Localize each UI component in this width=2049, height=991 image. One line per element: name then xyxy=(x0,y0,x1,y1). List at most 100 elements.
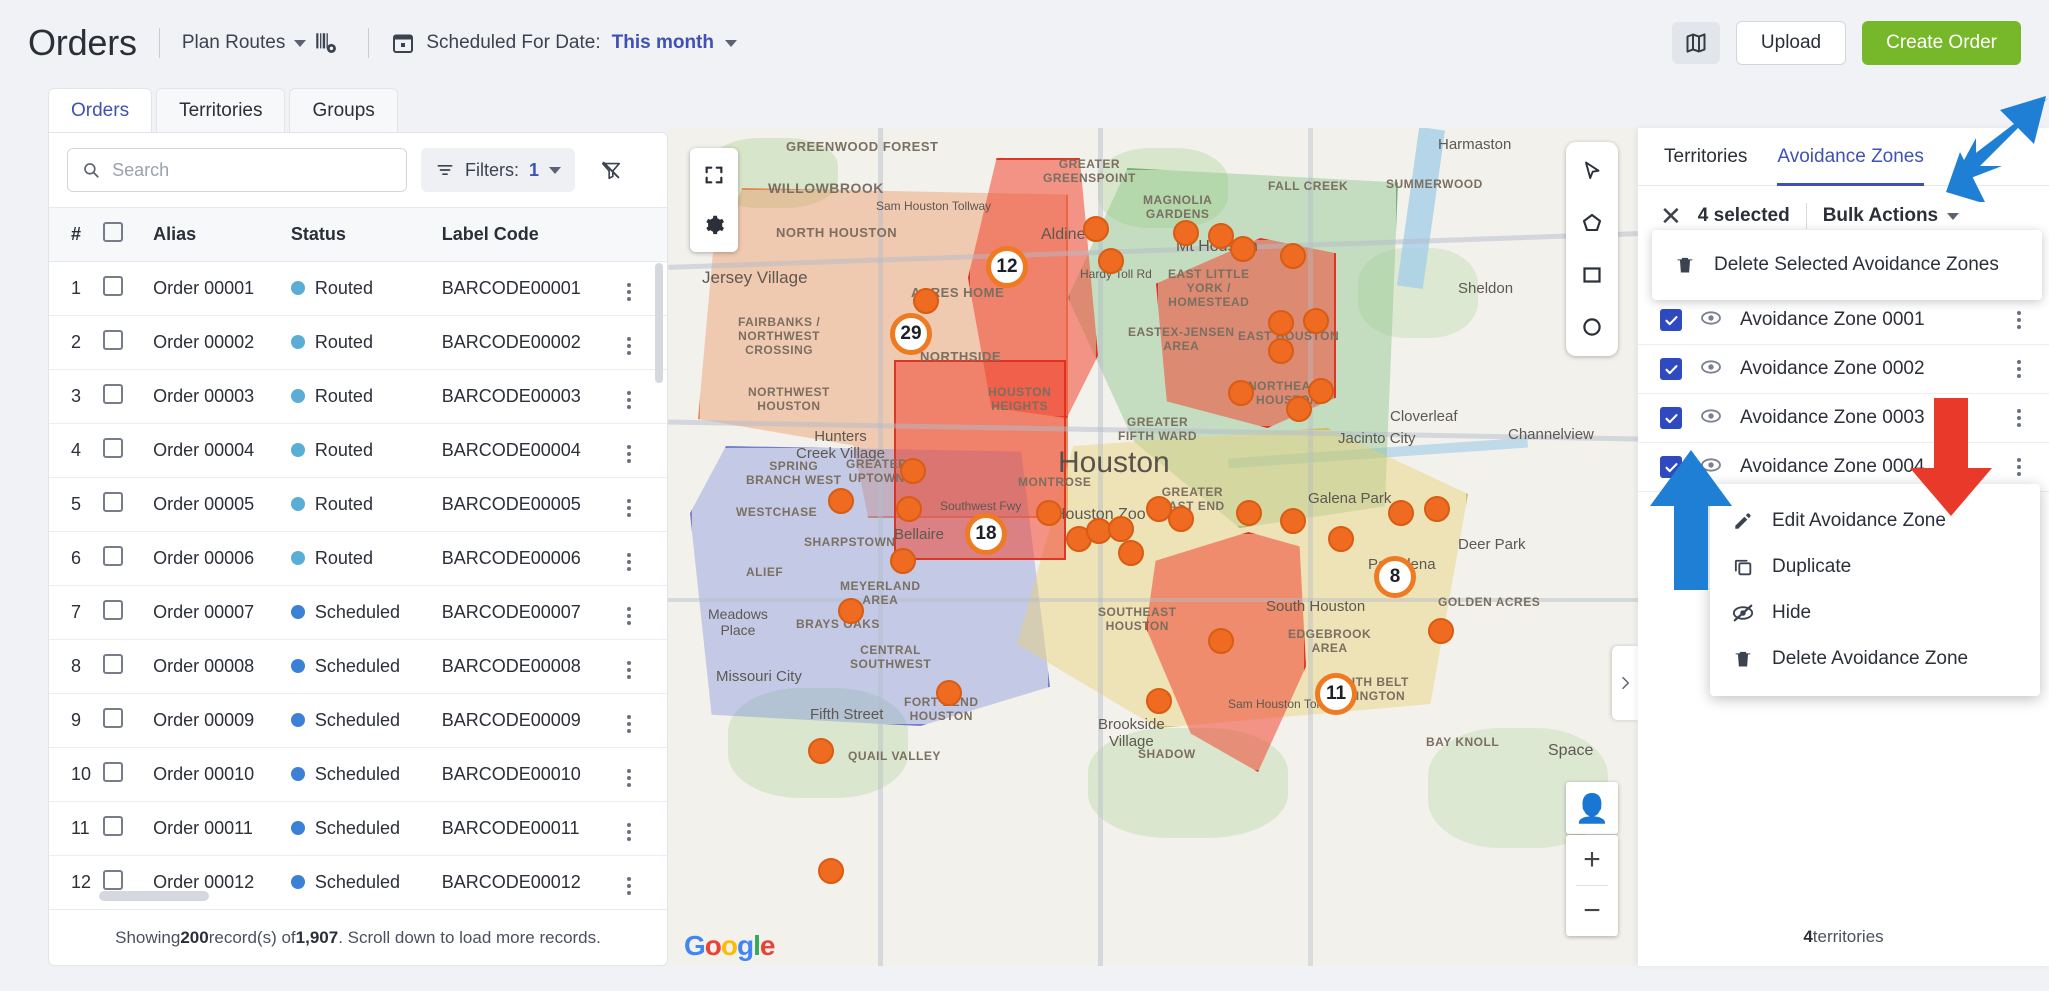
cluster-marker[interactable]: 12 xyxy=(986,246,1028,288)
row-kebab-icon[interactable] xyxy=(621,763,637,793)
row-kebab-icon[interactable] xyxy=(621,385,637,415)
scheduled-for-date[interactable]: Scheduled For Date: This month xyxy=(391,31,737,55)
bulk-actions-dropdown[interactable]: Bulk Actions xyxy=(1823,205,1960,227)
zone-checkbox[interactable] xyxy=(1660,456,1682,478)
row-kebab-icon[interactable] xyxy=(621,709,637,739)
table-vertical-scrollbar[interactable] xyxy=(655,263,663,383)
order-marker[interactable] xyxy=(1388,500,1414,526)
filters-button[interactable]: Filters: 1 xyxy=(421,148,576,192)
zone-kebab-icon[interactable] xyxy=(2011,452,2027,482)
order-marker[interactable] xyxy=(896,496,922,522)
order-marker[interactable] xyxy=(1228,380,1254,406)
table-row[interactable]: 1 Order 00001 Routed BARCODE00001 xyxy=(49,261,667,316)
eye-icon[interactable] xyxy=(1700,456,1722,479)
order-marker[interactable] xyxy=(913,288,939,314)
order-marker[interactable] xyxy=(1268,310,1294,336)
order-marker[interactable] xyxy=(828,488,854,514)
row-checkbox[interactable] xyxy=(103,276,124,296)
order-marker[interactable] xyxy=(1036,500,1062,526)
order-marker[interactable] xyxy=(900,458,926,484)
order-marker[interactable] xyxy=(936,680,962,706)
zone-checkbox[interactable] xyxy=(1660,358,1682,380)
order-marker[interactable] xyxy=(808,738,834,764)
order-marker[interactable] xyxy=(1308,378,1334,404)
cluster-marker[interactable]: 8 xyxy=(1374,556,1416,598)
col-alias[interactable]: Alias xyxy=(153,207,291,262)
row-checkbox[interactable] xyxy=(103,816,124,836)
delete-selected-avoidance-zones-item[interactable]: Delete Selected Avoidance Zones xyxy=(1652,242,2042,288)
scrollbar-thumb[interactable] xyxy=(99,891,209,901)
row-checkbox[interactable] xyxy=(103,600,124,620)
order-marker[interactable] xyxy=(1168,506,1194,532)
row-checkbox[interactable] xyxy=(103,438,124,458)
order-marker[interactable] xyxy=(1108,516,1134,542)
cluster-marker[interactable]: 29 xyxy=(890,313,932,355)
map-settings-button[interactable] xyxy=(695,206,733,244)
circle-tool-button[interactable] xyxy=(1573,308,1611,346)
row-kebab-icon[interactable] xyxy=(621,601,637,631)
row-checkbox[interactable] xyxy=(103,330,124,350)
row-kebab-icon[interactable] xyxy=(621,439,637,469)
order-marker[interactable] xyxy=(818,858,844,884)
table-row[interactable]: 8 Order 00008 Scheduled BARCODE00008 xyxy=(49,639,667,694)
select-all-checkbox[interactable] xyxy=(103,222,124,242)
order-marker[interactable] xyxy=(1286,396,1312,422)
plan-routes-dropdown[interactable]: Plan Routes xyxy=(182,32,307,54)
order-marker[interactable] xyxy=(1428,618,1454,644)
cluster-marker[interactable]: 18 xyxy=(965,513,1007,555)
order-marker[interactable] xyxy=(1303,308,1329,334)
eye-icon[interactable] xyxy=(1700,309,1722,332)
order-marker[interactable] xyxy=(1230,236,1256,262)
eye-icon[interactable] xyxy=(1700,407,1722,430)
order-marker[interactable] xyxy=(1146,688,1172,714)
table-row[interactable]: 12 Order 00012 Scheduled BARCODE00012 xyxy=(49,855,667,910)
upload-button[interactable]: Upload xyxy=(1735,21,1847,65)
zone-kebab-icon[interactable] xyxy=(2011,354,2027,384)
order-marker[interactable] xyxy=(1280,243,1306,269)
table-row[interactable]: 11 Order 00011 Scheduled BARCODE00011 xyxy=(49,801,667,856)
hide-item[interactable]: Hide xyxy=(1710,590,2040,636)
table-row[interactable]: 10 Order 00010 Scheduled BARCODE00010 xyxy=(49,747,667,802)
order-marker[interactable] xyxy=(1236,500,1262,526)
row-checkbox[interactable] xyxy=(103,654,124,674)
order-marker[interactable] xyxy=(838,598,864,624)
search-box[interactable] xyxy=(67,148,407,192)
cursor-tool-button[interactable] xyxy=(1573,152,1611,190)
row-checkbox[interactable] xyxy=(103,708,124,728)
table-row[interactable]: 4 Order 00004 Routed BARCODE00004 xyxy=(49,423,667,478)
row-kebab-icon[interactable] xyxy=(621,277,637,307)
col-status[interactable]: Status xyxy=(290,207,442,262)
search-input[interactable] xyxy=(112,159,392,181)
clear-filters-button[interactable] xyxy=(589,148,633,192)
map-toggle-button[interactable] xyxy=(1671,22,1720,64)
tab-territories-right[interactable]: Territories xyxy=(1664,128,1747,186)
order-marker[interactable] xyxy=(1424,496,1450,522)
order-marker[interactable] xyxy=(890,548,916,574)
list-item[interactable]: Avoidance Zone 0002 xyxy=(1638,345,2049,394)
row-checkbox[interactable] xyxy=(103,546,124,566)
barcode-settings-button[interactable] xyxy=(306,23,346,63)
tab-orders[interactable]: Orders xyxy=(48,88,153,132)
zone-kebab-icon[interactable] xyxy=(2011,305,2027,335)
row-checkbox[interactable] xyxy=(103,762,124,782)
zone-checkbox[interactable] xyxy=(1660,407,1682,429)
table-row[interactable]: 3 Order 00003 Routed BARCODE00003 xyxy=(49,369,667,424)
delete-avoidance-zone-item[interactable]: Delete Avoidance Zone xyxy=(1710,636,2040,682)
map-container[interactable]: GREENWOOD FOREST WILLOWBROOK NORTH HOUSTON… xyxy=(668,128,1638,966)
map-canvas[interactable]: GREENWOOD FOREST WILLOWBROOK NORTH HOUSTON… xyxy=(668,128,1638,966)
list-item[interactable]: Avoidance Zone 0003 xyxy=(1638,394,2049,443)
row-kebab-icon[interactable] xyxy=(621,817,637,847)
list-item[interactable]: Avoidance Zone 0001 xyxy=(1638,296,2049,345)
table-row[interactable]: 7 Order 00007 Scheduled BARCODE00007 xyxy=(49,585,667,640)
table-row[interactable]: 2 Order 00002 Routed BARCODE00002 xyxy=(49,315,667,370)
order-marker[interactable] xyxy=(1083,216,1109,242)
scheduled-value[interactable]: This month xyxy=(612,32,714,54)
order-marker[interactable] xyxy=(1280,508,1306,534)
map-collapse-button[interactable] xyxy=(1612,646,1638,720)
zone-checkbox[interactable] xyxy=(1660,309,1682,331)
table-row[interactable]: 9 Order 00009 Scheduled BARCODE00009 xyxy=(49,693,667,748)
zoom-in-button[interactable]: + xyxy=(1566,835,1618,885)
polygon-tool-button[interactable] xyxy=(1573,204,1611,242)
close-icon[interactable]: ✕ xyxy=(1660,203,1682,229)
col-label-code[interactable]: Label Code xyxy=(441,207,622,262)
